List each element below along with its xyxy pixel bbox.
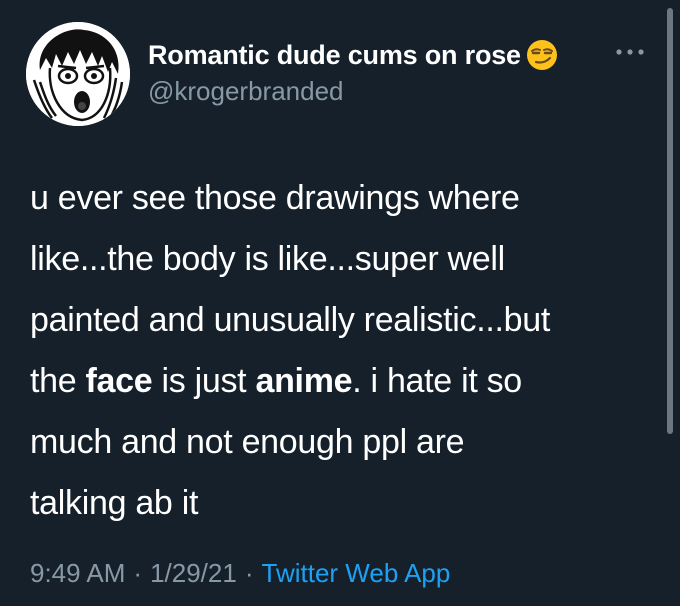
tweet-text-line: painted and unusually realistic...but [30,301,551,339]
tweet-time[interactable]: 9:49 AM [30,558,125,589]
display-name[interactable]: Romantic dude cums on rose [148,40,521,71]
tweet-card: Romantic dude cums on rose @krogerbrande… [0,0,680,606]
tweet-text-bold: anime [255,362,353,400]
ellipsis-icon [616,49,644,55]
smirking-face-icon [525,38,559,72]
tweet-source-link[interactable]: Twitter Web App [262,558,451,589]
tweet-text-line: u ever see those drawings where [30,179,520,217]
more-options-button[interactable] [612,40,648,64]
tweet-text-line: much and not enough ppl are [30,423,465,461]
tweet-text-line: the face is just anime. i hate it so [30,351,660,412]
user-handle[interactable]: @krogerbranded [148,76,344,107]
scrollbar[interactable] [667,8,673,434]
display-name-row[interactable]: Romantic dude cums on rose [148,38,559,72]
tweet-date[interactable]: 1/29/21 [150,558,237,589]
tweet-text-fragment: . i hate it so [352,362,522,400]
tweet-text: u ever see those drawings where like...t… [30,168,660,534]
separator: · [133,558,143,588]
avatar-illustration [26,22,130,126]
tweet-text-line: like...the body is like...super well [30,240,505,278]
avatar[interactable] [26,22,130,126]
tweet-metadata: 9:49 AM · 1/29/21 · Twitter Web App [30,558,450,589]
tweet-text-bold: face [85,362,153,400]
tweet-text-fragment: the [30,362,86,400]
tweet-text-line: talking ab it [30,484,199,522]
separator: · [244,558,254,588]
tweet-text-fragment: is just [152,362,256,400]
